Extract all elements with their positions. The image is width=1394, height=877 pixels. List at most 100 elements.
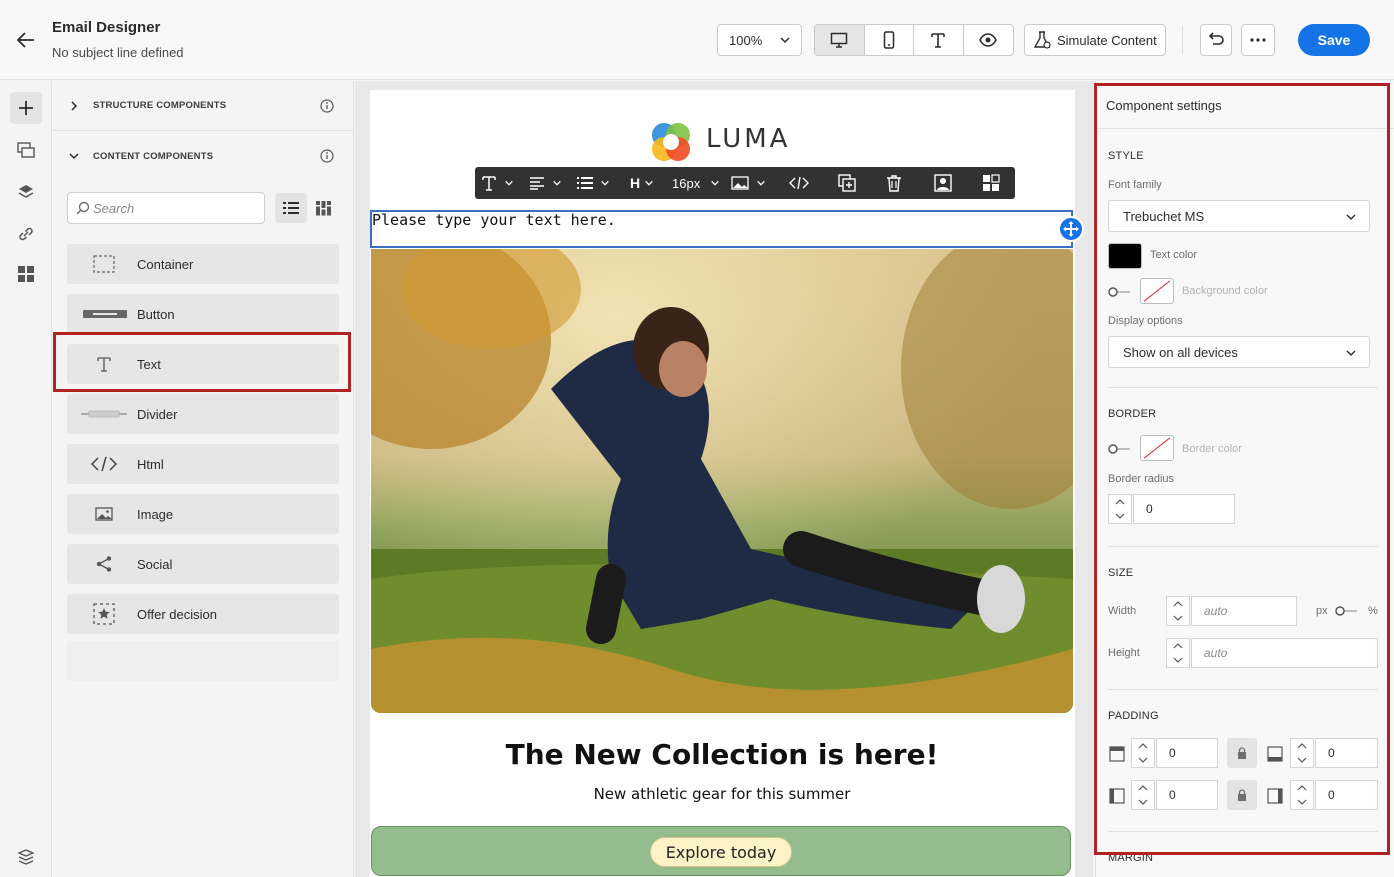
personalization-button[interactable] — [934, 167, 952, 199]
layers-button[interactable] — [10, 176, 42, 208]
zoom-select[interactable]: 100% — [717, 24, 802, 56]
width-unit-toggle[interactable] — [1335, 605, 1359, 617]
save-button[interactable]: Save — [1298, 24, 1370, 56]
source-code-button[interactable] — [789, 167, 809, 199]
component-html[interactable]: Html — [67, 444, 339, 484]
padding-left-stepper[interactable] — [1131, 780, 1155, 810]
padding-top-stepper[interactable] — [1131, 738, 1155, 768]
selected-text-block[interactable]: Please type your text here. — [370, 210, 1073, 248]
text-view-button[interactable] — [914, 25, 964, 55]
padding-right-stepper[interactable] — [1290, 780, 1314, 810]
component-social[interactable]: Social — [67, 544, 339, 584]
fragments-icon — [983, 174, 1000, 191]
padding-bottom-stepper[interactable] — [1290, 738, 1314, 768]
chevron-down-icon — [553, 180, 561, 186]
background-color-toggle[interactable] — [1108, 286, 1132, 298]
component-label: Social — [137, 556, 173, 572]
assets-button[interactable] — [10, 134, 42, 166]
desktop-icon — [831, 32, 848, 48]
duplicate-button[interactable] — [838, 167, 856, 199]
width-input[interactable]: auto — [1191, 596, 1297, 626]
border-radius-input[interactable]: 0 — [1133, 494, 1235, 524]
desktop-view-button[interactable] — [815, 25, 865, 55]
simulate-content-button[interactable]: Simulate Content — [1024, 24, 1166, 56]
component-search-input[interactable]: Search — [67, 192, 265, 224]
back-arrow-icon[interactable] — [14, 28, 38, 52]
add-components-button[interactable] — [10, 92, 42, 124]
list-view-icon — [283, 202, 299, 214]
component-button[interactable]: Button — [67, 294, 339, 334]
structure-components-header[interactable]: STRUCTURE COMPONENTS — [52, 81, 354, 131]
margin-heading: MARGIN — [1108, 852, 1154, 864]
info-icon[interactable] — [320, 99, 334, 113]
heading-dropdown[interactable]: H — [630, 167, 654, 199]
font-size-dropdown[interactable]: 16px — [672, 167, 720, 199]
list-view-toggle[interactable] — [275, 193, 307, 223]
share-icon — [92, 552, 116, 576]
border-color-toggle[interactable] — [1108, 443, 1132, 455]
grid-view-toggle[interactable] — [311, 193, 335, 223]
width-stepper[interactable] — [1166, 596, 1190, 626]
font-style-dropdown[interactable] — [481, 167, 514, 199]
html-icon — [89, 452, 119, 476]
chevron-down-icon — [757, 180, 765, 186]
undo-button[interactable] — [1200, 24, 1232, 56]
border-radius-stepper[interactable] — [1108, 494, 1132, 524]
email-subheadline[interactable]: New athletic gear for this summer — [371, 785, 1073, 803]
mobile-icon — [883, 31, 894, 49]
border-color-swatch[interactable] — [1140, 435, 1174, 461]
padding-top-input[interactable]: 0 — [1156, 738, 1218, 768]
size-heading: SIZE — [1108, 567, 1134, 579]
text-icon — [931, 33, 946, 48]
heading-label: H — [630, 175, 641, 191]
padding-lock-vertical[interactable] — [1227, 738, 1257, 768]
chevron-down-icon — [711, 180, 720, 186]
layers-settings-icon — [17, 849, 35, 865]
preview-icon — [979, 33, 998, 47]
content-components-header[interactable]: CONTENT COMPONENTS — [52, 131, 354, 181]
layers-icon — [18, 185, 34, 198]
explore-today-button[interactable]: Explore today — [650, 837, 792, 867]
chevron-down-icon — [1346, 350, 1356, 356]
background-color-swatch[interactable] — [1140, 278, 1174, 304]
divider — [1108, 387, 1378, 388]
font-family-select[interactable]: Trebuchet MS — [1108, 200, 1370, 232]
text-color-swatch[interactable] — [1108, 243, 1142, 269]
text-icon — [482, 176, 496, 191]
padding-right-input[interactable]: 0 — [1315, 780, 1378, 810]
fragments-button[interactable] — [10, 258, 42, 290]
offer-decision-icon — [92, 602, 116, 626]
padding-lock-horizontal[interactable] — [1227, 780, 1257, 810]
height-stepper[interactable] — [1166, 638, 1190, 668]
list-dropdown[interactable] — [577, 167, 610, 199]
padding-left-input[interactable]: 0 — [1156, 780, 1218, 810]
add-component-button[interactable] — [1058, 216, 1084, 242]
links-button[interactable] — [10, 218, 42, 250]
padding-bottom-input[interactable]: 0 — [1315, 738, 1378, 768]
chevron-down-icon — [505, 180, 513, 186]
height-input[interactable]: auto — [1191, 638, 1378, 668]
component-label: Container — [137, 256, 194, 272]
manage-layers-button[interactable] — [10, 841, 42, 873]
display-options-select[interactable]: Show on all devices — [1108, 336, 1370, 368]
padding-top-icon — [1109, 746, 1125, 762]
alignment-dropdown[interactable] — [529, 167, 562, 199]
device-view-switcher — [814, 24, 1014, 56]
component-image[interactable]: Image — [67, 494, 339, 534]
more-actions-button[interactable] — [1241, 24, 1275, 56]
preview-button[interactable] — [964, 25, 1014, 55]
width-unit-percent: % — [1368, 605, 1378, 617]
fragment-button[interactable] — [982, 167, 1000, 199]
border-heading: BORDER — [1108, 408, 1157, 420]
component-offer-decision[interactable]: Offer decision — [67, 594, 339, 634]
component-container[interactable]: Container — [67, 244, 339, 284]
display-options-label: Display options — [1108, 315, 1183, 327]
mobile-view-button[interactable] — [865, 25, 914, 55]
delete-button[interactable] — [886, 167, 902, 199]
settings-title: Component settings — [1106, 98, 1222, 113]
email-headline[interactable]: The New Collection is here! — [371, 738, 1073, 771]
info-icon[interactable] — [320, 149, 334, 163]
component-divider[interactable]: Divider — [67, 394, 339, 434]
font-size-value: 16px — [672, 175, 701, 191]
insert-image-dropdown[interactable] — [731, 167, 766, 199]
